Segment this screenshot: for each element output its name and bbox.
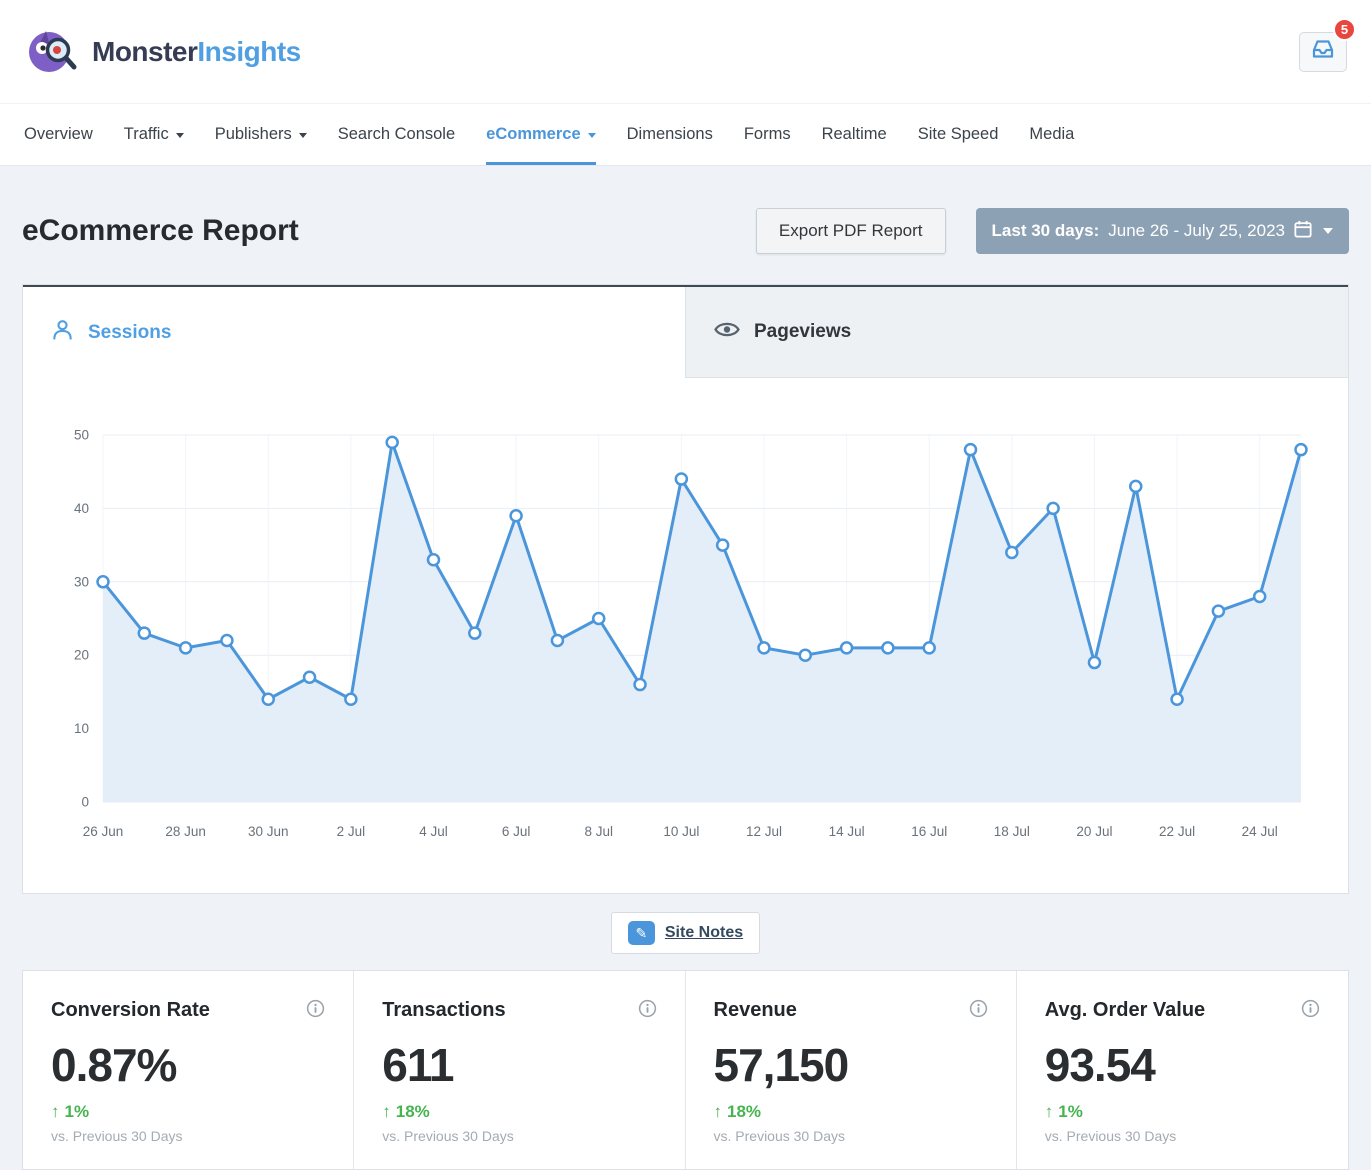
svg-text:0: 0 — [81, 795, 89, 810]
nav-item-forms[interactable]: Forms — [744, 104, 791, 165]
tab-pageviews[interactable]: Pageviews — [685, 287, 1348, 378]
chevron-down-icon — [299, 133, 307, 138]
svg-text:22 Jul: 22 Jul — [1159, 824, 1195, 839]
inbox-tray-icon — [1311, 39, 1335, 64]
nav-item-traffic[interactable]: Traffic — [124, 104, 184, 165]
chevron-down-icon — [176, 133, 184, 138]
svg-text:14 Jul: 14 Jul — [829, 824, 865, 839]
brand-logo: MonsterInsights — [24, 21, 301, 82]
date-range-value: June 26 - July 25, 2023 — [1108, 221, 1285, 241]
svg-text:18 Jul: 18 Jul — [994, 824, 1030, 839]
report-nav: Overview Traffic Publishers Search Conso… — [0, 104, 1371, 166]
svg-text:30: 30 — [74, 574, 89, 589]
app-header: MonsterInsights 5 — [0, 0, 1371, 104]
tab-sessions[interactable]: Sessions — [23, 287, 685, 378]
svg-text:26 Jun: 26 Jun — [83, 824, 124, 839]
stat-value: 611 — [382, 1038, 656, 1092]
stat-card-transactions: Transactions 611 ↑18% vs. Previous 30 Da… — [354, 971, 685, 1169]
nav-item-realtime[interactable]: Realtime — [822, 104, 887, 165]
export-pdf-button[interactable]: Export PDF Report — [756, 208, 946, 254]
svg-text:28 Jun: 28 Jun — [165, 824, 206, 839]
stat-value: 0.87% — [51, 1038, 325, 1092]
stat-card-conversion-rate: Conversion Rate 0.87% ↑1% vs. Previous 3… — [23, 971, 354, 1169]
chevron-down-icon — [588, 133, 596, 138]
info-icon[interactable] — [638, 999, 657, 1018]
svg-text:20 Jul: 20 Jul — [1076, 824, 1112, 839]
calendar-icon — [1294, 220, 1312, 243]
notification-count-badge: 5 — [1333, 18, 1356, 41]
arrow-up-icon: ↑ — [714, 1102, 723, 1122]
nav-item-overview[interactable]: Overview — [24, 104, 93, 165]
info-icon[interactable] — [1301, 999, 1320, 1018]
stat-value: 93.54 — [1045, 1038, 1320, 1092]
svg-text:12 Jul: 12 Jul — [746, 824, 782, 839]
svg-text:10 Jul: 10 Jul — [663, 824, 699, 839]
chevron-down-icon — [1323, 228, 1333, 234]
svg-text:30 Jun: 30 Jun — [248, 824, 289, 839]
site-notes-button[interactable]: ✎ Site Notes — [611, 912, 760, 954]
page-title: eCommerce Report — [22, 214, 299, 248]
info-icon[interactable] — [306, 999, 325, 1018]
ecommerce-stats-row: Conversion Rate 0.87% ↑1% vs. Previous 3… — [22, 970, 1349, 1170]
svg-text:16 Jul: 16 Jul — [911, 824, 947, 839]
stat-title: Revenue — [714, 999, 797, 1022]
svg-text:8 Jul: 8 Jul — [584, 824, 613, 839]
stat-title: Avg. Order Value — [1045, 999, 1205, 1022]
arrow-up-icon: ↑ — [51, 1102, 60, 1122]
svg-text:10: 10 — [74, 721, 89, 736]
arrow-up-icon: ↑ — [1045, 1102, 1054, 1122]
stat-card-revenue: Revenue 57,150 ↑18% vs. Previous 30 Days — [686, 971, 1017, 1169]
nav-item-ecommerce[interactable]: eCommerce — [486, 104, 595, 165]
stat-card-avg-order-value: Avg. Order Value 93.54 ↑1% vs. Previous … — [1017, 971, 1348, 1169]
svg-text:2 Jul: 2 Jul — [337, 824, 366, 839]
stat-comparison-label: vs. Previous 30 Days — [382, 1128, 656, 1144]
stat-comparison-label: vs. Previous 30 Days — [714, 1128, 988, 1144]
chart-tabs: Sessions Pageviews — [23, 285, 1348, 378]
date-range-picker[interactable]: Last 30 days: June 26 - July 25, 2023 — [976, 208, 1349, 254]
tab-sessions-label: Sessions — [88, 322, 171, 344]
stat-title: Transactions — [382, 999, 505, 1022]
info-icon[interactable] — [969, 999, 988, 1018]
stat-comparison-label: vs. Previous 30 Days — [1045, 1128, 1320, 1144]
nav-item-search-console[interactable]: Search Console — [338, 104, 455, 165]
person-icon — [51, 318, 74, 347]
svg-text:4 Jul: 4 Jul — [419, 824, 448, 839]
nav-item-site-speed[interactable]: Site Speed — [918, 104, 999, 165]
eye-icon — [714, 321, 740, 344]
arrow-up-icon: ↑ — [382, 1102, 391, 1122]
pencil-note-icon: ✎ — [628, 921, 655, 945]
svg-text:50: 50 — [74, 428, 89, 443]
svg-text:20: 20 — [74, 648, 89, 663]
stat-value: 57,150 — [714, 1038, 988, 1092]
nav-item-dimensions[interactable]: Dimensions — [627, 104, 713, 165]
svg-text:40: 40 — [74, 501, 89, 516]
sessions-line-chart: 26 Jun 28 Jun 30 Jun 2 Jul 4 Jul 6 Jul 8 Jul 10… — [23, 378, 1349, 888]
tab-pageviews-label: Pageviews — [754, 321, 851, 343]
sessions-chart-card: Sessions Pageviews 26 Jun 28 Jun 30 Jun 2 J… — [22, 284, 1349, 894]
svg-text:6 Jul: 6 Jul — [502, 824, 531, 839]
svg-text:24 Jul: 24 Jul — [1242, 824, 1278, 839]
date-range-label: Last 30 days: — [992, 221, 1100, 241]
brand-wordmark: MonsterInsights — [92, 36, 301, 68]
nav-item-publishers[interactable]: Publishers — [215, 104, 307, 165]
site-notes-label: Site Notes — [665, 924, 743, 942]
stat-title: Conversion Rate — [51, 999, 210, 1022]
nav-item-media[interactable]: Media — [1029, 104, 1074, 165]
stat-comparison-label: vs. Previous 30 Days — [51, 1128, 325, 1144]
monsterinsights-mascot-icon — [24, 21, 80, 82]
